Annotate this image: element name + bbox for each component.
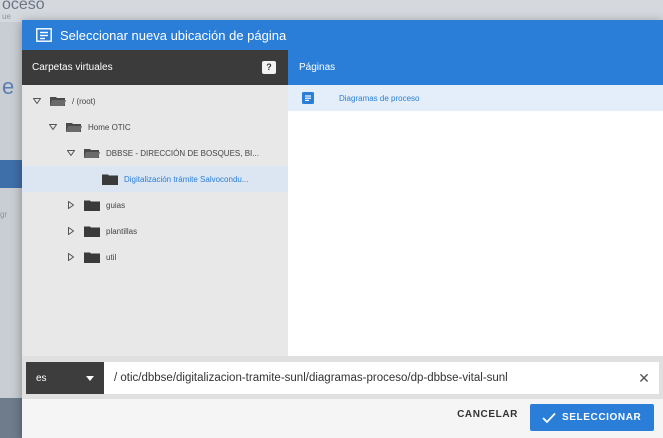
chevron-down-icon	[86, 376, 94, 381]
page-item-diagramas[interactable]: Diagramas de proceso	[288, 85, 663, 111]
check-icon	[542, 412, 556, 424]
virtual-folders-panel: Carpetas virtuales ? / (root) Home OTIC …	[22, 50, 288, 356]
collapsed-caret-icon[interactable]	[66, 200, 76, 210]
folder-icon	[84, 252, 100, 263]
pages-header: Páginas	[288, 50, 663, 85]
folder-icon	[102, 174, 118, 185]
language-select[interactable]: es	[26, 362, 104, 394]
tree-item-plantillas[interactable]: plantillas	[22, 218, 288, 244]
background-header	[0, 0, 663, 22]
folder-open-icon	[50, 96, 66, 107]
folder-icon	[84, 200, 100, 211]
collapsed-caret-icon[interactable]	[66, 252, 76, 262]
background-subtitle: ue	[2, 12, 11, 21]
tree-item-home-otic[interactable]: Home OTIC	[22, 114, 288, 140]
document-icon	[302, 92, 314, 104]
help-button[interactable]: ?	[262, 61, 276, 74]
dialog-header: Seleccionar nueva ubicación de página	[22, 20, 663, 50]
language-value: es	[36, 372, 47, 384]
close-icon[interactable]: ✕	[637, 371, 651, 385]
tree-item-label: / (root)	[72, 96, 96, 106]
folder-icon	[84, 226, 100, 237]
cancel-button[interactable]: CANCELAR	[457, 409, 518, 420]
tree-item-util[interactable]: util	[22, 244, 288, 270]
tree-item-label: guias	[106, 200, 126, 210]
dialog-footer: CANCELAR SELECCIONAR	[22, 399, 663, 438]
dialog-body: Carpetas virtuales ? / (root) Home OTIC …	[22, 50, 663, 356]
page-item-label: Diagramas de proceso	[339, 93, 420, 103]
virtual-folders-header: Carpetas virtuales ?	[22, 50, 288, 85]
tree-item-label: plantillas	[106, 226, 138, 236]
path-input[interactable]: / otic/dbbse/digitalizacion-tramite-sunl…	[104, 362, 659, 394]
tree-item-label: Home OTIC	[88, 122, 131, 132]
path-value: / otic/dbbse/digitalizacion-tramite-sunl…	[114, 372, 508, 384]
tree-item-label: Digitalización trámite Salvocondu...	[124, 174, 249, 184]
background-accent-bar	[0, 160, 22, 188]
tree-item-label: DBBSE - DIRECCIÓN DE BOSQUES, BI...	[106, 148, 259, 158]
path-bar: es / otic/dbbse/digitalizacion-tramite-s…	[22, 356, 663, 399]
background-letter: e	[2, 74, 15, 99]
tree-item-guias[interactable]: guias	[22, 192, 288, 218]
background-side-text: gr	[0, 210, 8, 219]
tree-item-digitalizacion[interactable]: Digitalización trámite Salvocondu...	[22, 166, 288, 192]
tree-item-label: util	[106, 252, 117, 262]
expanded-caret-icon[interactable]	[66, 148, 76, 158]
expanded-caret-icon[interactable]	[48, 122, 58, 132]
tree-item-dbbse[interactable]: DBBSE - DIRECCIÓN DE BOSQUES, BI...	[22, 140, 288, 166]
move-page-icon	[36, 28, 52, 42]
virtual-folders-title: Carpetas virtuales	[32, 62, 113, 73]
folder-open-icon	[84, 148, 100, 159]
select-button[interactable]: SELECCIONAR	[530, 404, 654, 431]
tree-item-root[interactable]: / (root)	[22, 88, 288, 114]
pages-title: Páginas	[299, 62, 336, 73]
dialog-title: Seleccionar nueva ubicación de página	[60, 27, 287, 43]
pages-panel: Páginas Diagramas de proceso	[288, 50, 663, 356]
folder-open-icon	[66, 122, 82, 133]
collapsed-caret-icon[interactable]	[66, 226, 76, 236]
select-location-dialog: Seleccionar nueva ubicación de página Ca…	[22, 20, 663, 438]
select-button-label: SELECCIONAR	[562, 412, 642, 423]
expanded-caret-icon[interactable]	[32, 96, 42, 106]
